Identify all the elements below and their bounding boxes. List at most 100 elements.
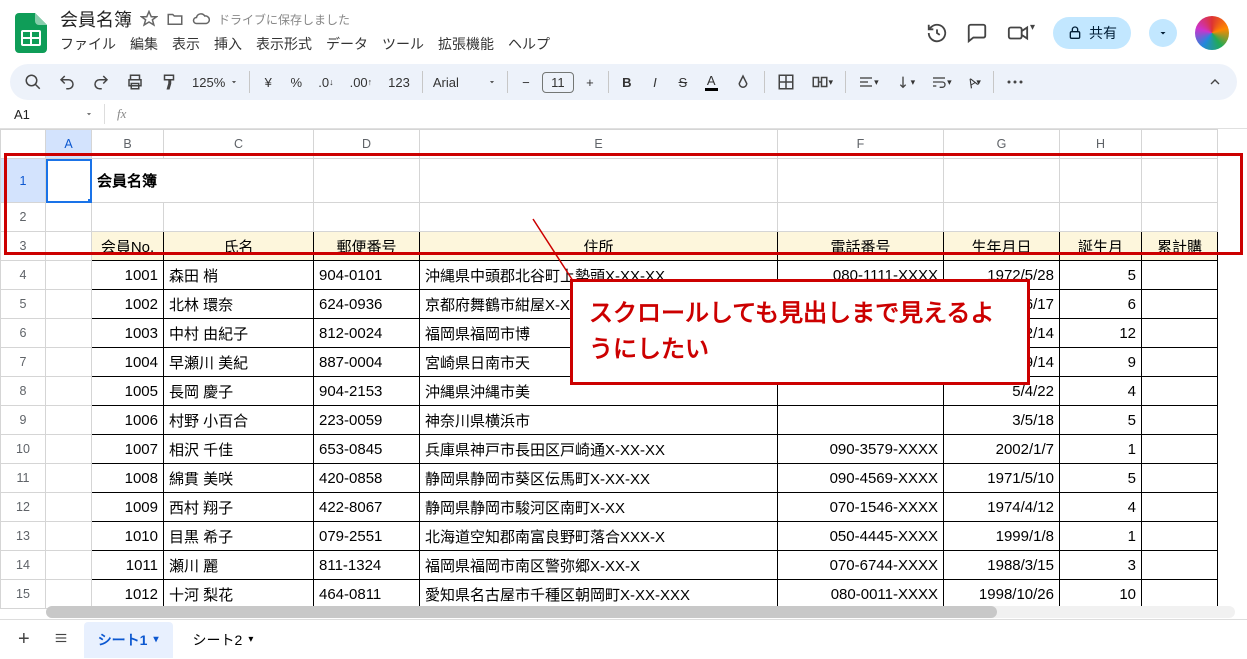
cell-bd[interactable]: 3/5/18 <box>944 406 1060 435</box>
cell-name[interactable]: 綿貫 美咲 <box>164 464 314 493</box>
cell-addr[interactable]: 宮崎県日南市天 <box>420 348 778 377</box>
cell-no[interactable]: 1002 <box>92 290 164 319</box>
cell-zip[interactable]: 887-0004 <box>314 348 420 377</box>
row-header[interactable]: 10 <box>1 435 46 464</box>
cell[interactable] <box>46 261 92 290</box>
header-addr[interactable]: 住所 <box>420 232 778 261</box>
all-sheets-button[interactable] <box>44 625 78 654</box>
header-mon[interactable]: 誕生月 <box>1060 232 1142 261</box>
cell-name[interactable]: 長岡 慶子 <box>164 377 314 406</box>
cell-zip[interactable]: 904-2153 <box>314 377 420 406</box>
cell[interactable] <box>46 493 92 522</box>
italic-icon[interactable]: I <box>643 70 667 95</box>
strike-icon[interactable]: S <box>671 70 695 95</box>
cell[interactable] <box>46 406 92 435</box>
cell[interactable] <box>1142 464 1218 493</box>
cell-bd[interactable]: 1972/5/28 <box>944 261 1060 290</box>
cell-name[interactable]: 瀬川 麗 <box>164 551 314 580</box>
cell[interactable] <box>1142 319 1218 348</box>
cell[interactable] <box>314 159 420 203</box>
rotate-icon[interactable]: A▾ <box>962 70 987 95</box>
cell-bd[interactable]: 1988/3/15 <box>944 551 1060 580</box>
font-size-decrease[interactable]: − <box>514 70 538 95</box>
menu-insert[interactable]: 挿入 <box>214 34 242 54</box>
row-header[interactable]: 15 <box>1 580 46 609</box>
history-icon[interactable] <box>926 22 948 44</box>
cell-zip[interactable]: 079-2551 <box>314 522 420 551</box>
cell-name[interactable]: 相沢 千佳 <box>164 435 314 464</box>
font-select[interactable]: Arial <box>429 75 501 90</box>
currency-icon[interactable]: ¥ <box>256 70 280 95</box>
comment-icon[interactable] <box>966 22 988 44</box>
cell-name[interactable]: 中村 由紀子 <box>164 319 314 348</box>
cell[interactable] <box>1142 290 1218 319</box>
row-header-3[interactable]: 3 <box>1 232 46 261</box>
cell-bd[interactable]: 12/14 <box>944 319 1060 348</box>
meet-icon[interactable]: ▾ <box>1006 22 1035 44</box>
cell-bd[interactable]: 2001/6/17 <box>944 290 1060 319</box>
cell-tel[interactable] <box>778 377 944 406</box>
cell-mon[interactable]: 12 <box>1060 319 1142 348</box>
cell-tel[interactable]: 090-4444-XXXX <box>778 290 944 319</box>
cell-name[interactable]: 西村 翔子 <box>164 493 314 522</box>
cell-no[interactable]: 1010 <box>92 522 164 551</box>
merge-cells-icon[interactable]: ▾ <box>805 68 840 96</box>
col-header-f[interactable]: F <box>778 130 944 159</box>
row-header[interactable]: 8 <box>1 377 46 406</box>
cell[interactable] <box>46 232 92 261</box>
cell-addr[interactable]: 沖縄県中頭郡北谷町上勢頭X-XX-XX <box>420 261 778 290</box>
cell[interactable] <box>1142 377 1218 406</box>
cell-mon[interactable]: 4 <box>1060 493 1142 522</box>
cell-zip[interactable]: 624-0936 <box>314 290 420 319</box>
name-box[interactable]: A1 <box>6 105 98 124</box>
cell[interactable] <box>778 159 944 203</box>
cell-b1[interactable]: 会員名簿 <box>92 159 314 203</box>
cell-no[interactable]: 1003 <box>92 319 164 348</box>
cell-a1[interactable] <box>46 159 92 203</box>
cell[interactable] <box>944 159 1060 203</box>
redo-icon[interactable] <box>86 68 116 96</box>
cell-tel[interactable]: 050-4445-XXXX <box>778 522 944 551</box>
row-header[interactable]: 4 <box>1 261 46 290</box>
halign-icon[interactable]: ▾ <box>852 69 885 95</box>
row-header[interactable]: 7 <box>1 348 46 377</box>
cell[interactable] <box>1142 203 1218 232</box>
cell-tel[interactable]: 070-1546-XXXX <box>778 493 944 522</box>
cell[interactable] <box>1060 159 1142 203</box>
percent-icon[interactable]: % <box>284 70 308 95</box>
print-icon[interactable] <box>120 68 150 96</box>
row-header[interactable]: 14 <box>1 551 46 580</box>
row-header[interactable]: 13 <box>1 522 46 551</box>
cell[interactable] <box>1142 435 1218 464</box>
cell-tel[interactable] <box>778 348 944 377</box>
cell[interactable] <box>92 203 164 232</box>
cell-name[interactable]: 北林 環奈 <box>164 290 314 319</box>
col-header-b[interactable]: B <box>92 130 164 159</box>
cell[interactable] <box>1142 261 1218 290</box>
sheet-tab-1[interactable]: シート1▾ <box>84 622 173 658</box>
cell[interactable] <box>46 435 92 464</box>
header-tel[interactable]: 電話番号 <box>778 232 944 261</box>
cell-no[interactable]: 1008 <box>92 464 164 493</box>
cell-zip[interactable]: 904-0101 <box>314 261 420 290</box>
row-header[interactable]: 12 <box>1 493 46 522</box>
cell[interactable] <box>46 319 92 348</box>
cell-bd[interactable]: 7/9/14 <box>944 348 1060 377</box>
paint-format-icon[interactable] <box>154 68 184 96</box>
cell-addr[interactable]: 兵庫県神戸市長田区戸崎通X-XX-XX <box>420 435 778 464</box>
cell[interactable] <box>46 551 92 580</box>
cell-mon[interactable]: 9 <box>1060 348 1142 377</box>
cell[interactable] <box>46 203 92 232</box>
cell[interactable] <box>420 203 778 232</box>
cell-zip[interactable]: 420-0858 <box>314 464 420 493</box>
cell-mon[interactable]: 4 <box>1060 377 1142 406</box>
cell-tel[interactable]: 090-3579-XXXX <box>778 435 944 464</box>
font-size-input[interactable]: 11 <box>542 72 574 93</box>
cell[interactable] <box>1142 522 1218 551</box>
cell-name[interactable]: 目黒 希子 <box>164 522 314 551</box>
header-bd[interactable]: 生年月日 <box>944 232 1060 261</box>
col-header-h[interactable]: H <box>1060 130 1142 159</box>
row-header[interactable]: 5 <box>1 290 46 319</box>
sheets-app-icon[interactable] <box>10 12 52 54</box>
search-menus-icon[interactable] <box>18 68 48 96</box>
